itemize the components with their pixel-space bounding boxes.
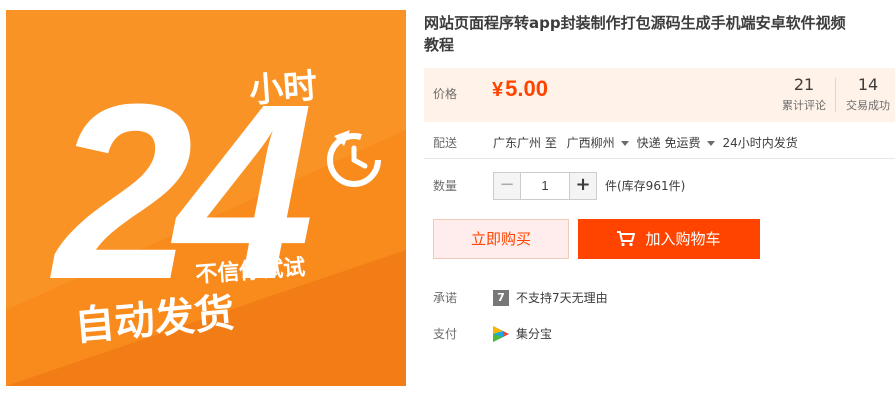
destination-chevron-down-icon[interactable] [620,141,629,146]
trades-label: 交易成功 [846,99,890,112]
add-to-cart-button[interactable]: 加入购物车 [578,219,760,259]
product-title-line1: 网站页面程序转app封装制作打包源码生成手机端安卓软件视频 [424,14,846,32]
promise-label: 承诺 [433,291,458,305]
quantity-stepper: − 1 + [493,172,597,200]
stock-info: 件(库存961件) [605,179,686,193]
shipping-method[interactable]: 快递 免运费 [637,136,701,150]
reviews-label: 累计评论 [782,99,826,112]
buy-now-button[interactable]: 立即购买 [433,219,569,259]
seven-day-badge-icon: 7 [493,290,509,306]
quantity-row: 数量 − 1 + 件(库存961件) [433,172,685,200]
trades-stat: 14 交易成功 [840,76,895,113]
shipping-time: 24小时内发货 [722,136,798,150]
price-label: 价格 [433,87,458,101]
price-value: ¥5.00 [492,76,548,102]
hours-unit-text: 小时 [248,66,319,111]
promise-row: 承诺 7 不支持7天无理由 [433,289,608,307]
quantity-input[interactable]: 1 [521,173,569,199]
shipping-destination[interactable]: 广西柳州 [567,136,615,150]
reviews-stat[interactable]: 21 累计评论 [776,76,832,113]
payment-label: 支付 [433,327,458,341]
payment-method[interactable]: 集分宝 [516,325,552,343]
product-title-line2: 教程 [424,36,455,54]
price-amount: 5.00 [505,76,548,101]
payment-row: 支付 集分宝 [433,325,552,343]
shipping-label: 配送 [433,136,458,150]
trades-count: 14 [857,75,879,94]
promo-banner: 24 小时 不信你试试 自动发货 [6,10,406,386]
reviews-count: 21 [793,75,815,94]
quantity-label: 数量 [433,179,458,193]
product-title: 网站页面程序转app封装制作打包源码生成手机端安卓软件视频 教程 [424,12,894,56]
decrease-quantity-button[interactable]: − [494,173,521,199]
currency-symbol: ¥ [492,79,504,101]
product-image[interactable]: 24 小时 不信你试试 自动发货 [6,10,406,386]
cart-icon [617,231,636,247]
divider [424,158,895,159]
increase-quantity-button[interactable]: + [569,173,596,199]
jifenbao-icon [493,326,509,342]
promise-text[interactable]: 不支持7天无理由 [516,289,608,307]
stat-divider [835,78,836,112]
shipping-row: 配送 广东广州 至 广西柳州 快递 免运费 24小时内发货 [433,134,798,151]
price-panel: 价格 ¥5.00 21 累计评论 14 交易成功 [424,68,895,122]
add-to-cart-label: 加入购物车 [645,230,721,248]
shipping-origin: 广东广州 至 [493,136,557,150]
method-chevron-down-icon[interactable] [706,141,715,146]
